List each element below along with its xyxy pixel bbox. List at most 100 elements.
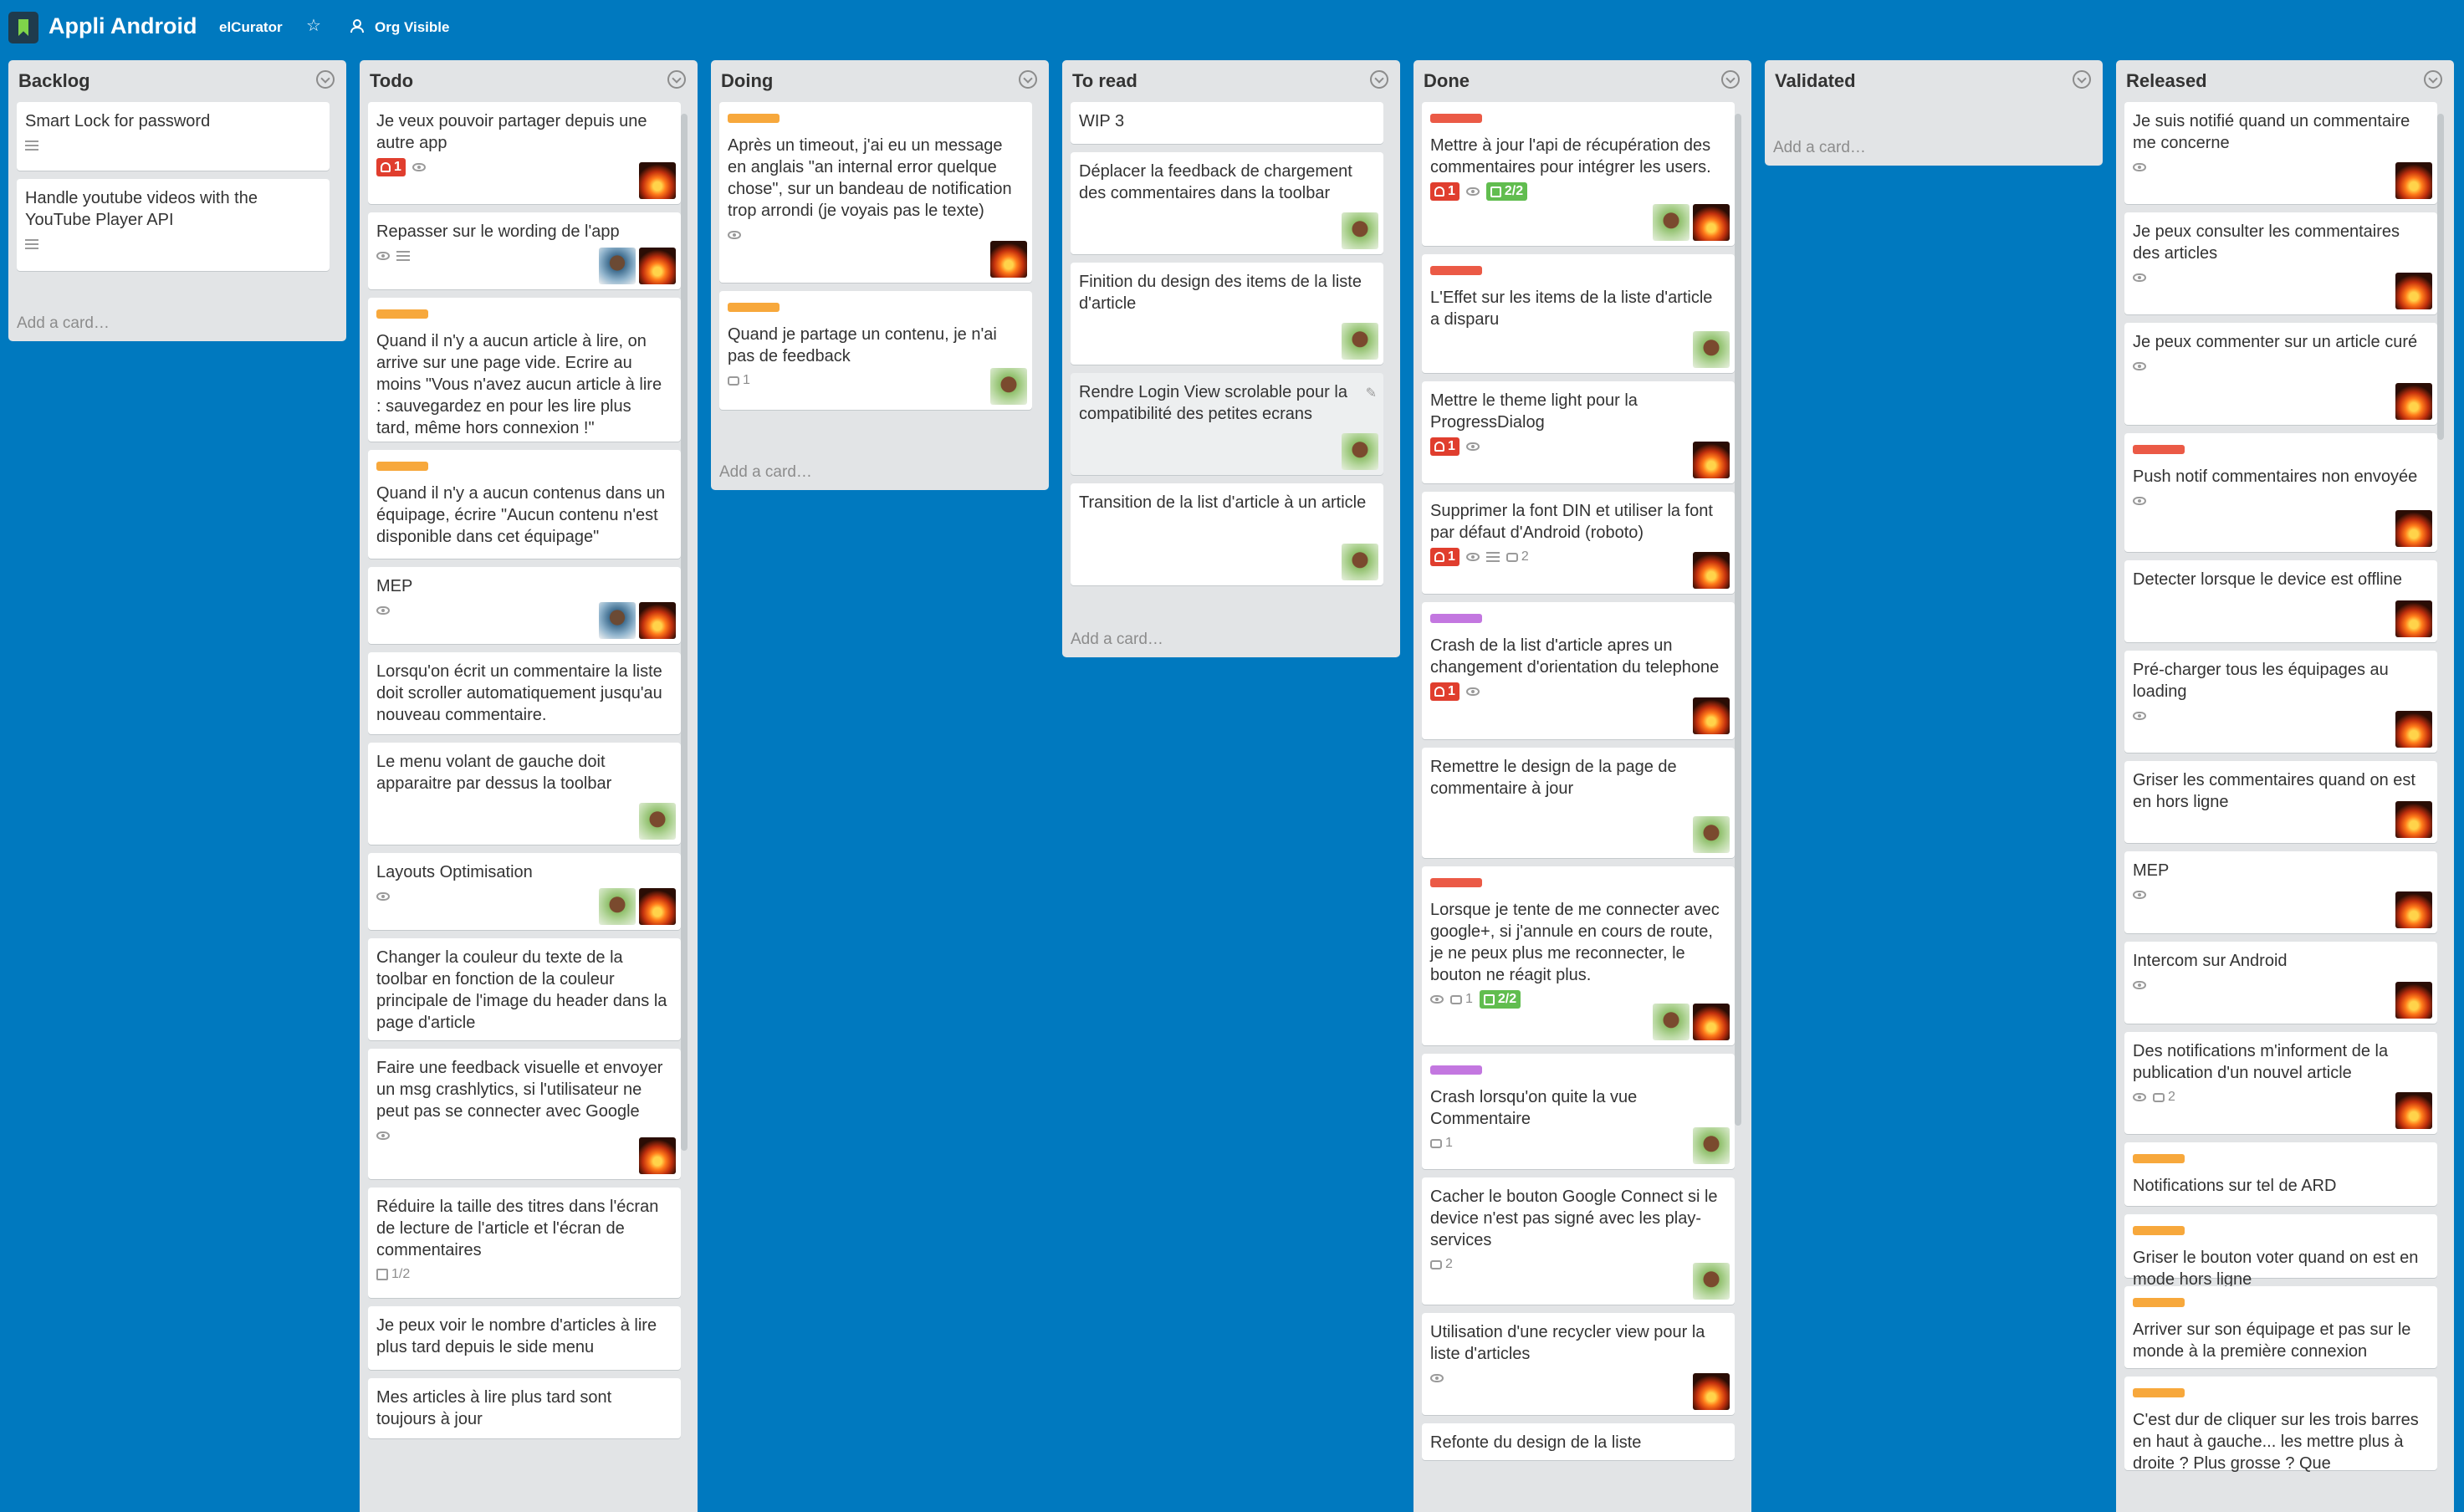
card[interactable]: C'est dur de cliquer sur les trois barre… bbox=[2124, 1377, 2437, 1473]
card[interactable]: Finition du design des items de la liste… bbox=[1071, 263, 1383, 365]
member-avatar[interactable] bbox=[1342, 323, 1378, 360]
list-scrollbar[interactable] bbox=[1735, 114, 1741, 1126]
card[interactable]: Push notif commentaires non envoyée bbox=[2124, 433, 2437, 552]
card[interactable]: Déplacer la feedback de chargement des c… bbox=[1071, 152, 1383, 254]
card[interactable]: Layouts Optimisation bbox=[368, 853, 681, 930]
member-avatar[interactable] bbox=[2395, 801, 2432, 838]
list-title[interactable]: Done bbox=[1413, 60, 1751, 102]
list-menu-icon[interactable] bbox=[667, 70, 686, 89]
member-avatar[interactable] bbox=[2395, 711, 2432, 748]
member-avatar[interactable] bbox=[1653, 204, 1690, 241]
member-avatar[interactable] bbox=[599, 602, 636, 639]
list-title[interactable]: Doing bbox=[711, 60, 1049, 102]
list-menu-icon[interactable] bbox=[2424, 70, 2442, 89]
member-avatar[interactable] bbox=[1693, 552, 1730, 589]
member-avatar[interactable] bbox=[2395, 1092, 2432, 1129]
list-scrollbar[interactable] bbox=[681, 114, 688, 1151]
member-avatar[interactable] bbox=[2395, 162, 2432, 199]
member-avatar[interactable] bbox=[2395, 510, 2432, 547]
member-avatar[interactable] bbox=[2395, 383, 2432, 420]
pencil-icon[interactable]: ✎ bbox=[1366, 385, 1377, 401]
card[interactable]: Refonte du design de la liste bbox=[1422, 1423, 1735, 1460]
member-avatar[interactable] bbox=[1693, 204, 1730, 241]
card[interactable]: L'Effet sur les items de la liste d'arti… bbox=[1422, 254, 1735, 373]
card[interactable]: Intercom sur Android bbox=[2124, 942, 2437, 1024]
card[interactable]: Je veux pouvoir partager depuis une autr… bbox=[368, 102, 681, 204]
member-avatar[interactable] bbox=[1693, 442, 1730, 478]
member-avatar[interactable] bbox=[599, 248, 636, 284]
list-menu-icon[interactable] bbox=[1019, 70, 1037, 89]
card[interactable]: Crash lorsqu'on quite la vue Commentaire… bbox=[1422, 1054, 1735, 1169]
member-avatar[interactable] bbox=[2395, 600, 2432, 637]
card[interactable]: Supprimer la font DIN et utiliser la fon… bbox=[1422, 492, 1735, 594]
member-avatar[interactable] bbox=[1693, 697, 1730, 734]
card[interactable]: Handle youtube videos with the YouTube P… bbox=[17, 179, 330, 271]
card[interactable]: Lorsque je tente de me connecter avec go… bbox=[1422, 866, 1735, 1045]
member-avatar[interactable] bbox=[1653, 1004, 1690, 1040]
card[interactable]: Arriver sur son équipage et pas sur le m… bbox=[2124, 1286, 2437, 1368]
card[interactable]: Quand il n'y a aucun article à lire, on … bbox=[368, 298, 681, 442]
list-menu-icon[interactable] bbox=[316, 70, 335, 89]
member-avatar[interactable] bbox=[990, 241, 1027, 278]
card[interactable]: Griser les commentaires quand on est en … bbox=[2124, 761, 2437, 843]
add-card-button[interactable]: Add a card… bbox=[8, 304, 346, 341]
card[interactable]: Remettre le design de la page de comment… bbox=[1422, 748, 1735, 858]
member-avatar[interactable] bbox=[639, 888, 676, 925]
card[interactable]: Je suis notifié quand un commentaire me … bbox=[2124, 102, 2437, 204]
card[interactable]: Notifications sur tel de ARD bbox=[2124, 1142, 2437, 1206]
member-avatar[interactable] bbox=[2395, 273, 2432, 309]
card[interactable]: Quand il n'y a aucun contenus dans un éq… bbox=[368, 450, 681, 559]
card[interactable]: Quand je partage un contenu, je n'ai pas… bbox=[719, 291, 1032, 410]
list-title[interactable]: Validated bbox=[1765, 60, 2103, 102]
member-avatar[interactable] bbox=[639, 602, 676, 639]
list-menu-icon[interactable] bbox=[2073, 70, 2091, 89]
card[interactable]: MEP bbox=[368, 567, 681, 644]
list-menu-icon[interactable] bbox=[1721, 70, 1740, 89]
card[interactable]: Je peux consulter les commentaires des a… bbox=[2124, 212, 2437, 314]
card[interactable]: Detecter lorsque le device est offline bbox=[2124, 560, 2437, 642]
member-avatar[interactable] bbox=[990, 368, 1027, 405]
card[interactable]: Cacher le bouton Google Connect si le de… bbox=[1422, 1177, 1735, 1305]
card[interactable]: Pré-charger tous les équipages au loadin… bbox=[2124, 651, 2437, 753]
card[interactable]: Repasser sur le wording de l'app bbox=[368, 212, 681, 289]
card[interactable]: Transition de la list d'article à un art… bbox=[1071, 483, 1383, 585]
member-avatar[interactable] bbox=[1693, 1373, 1730, 1410]
card[interactable]: WIP 3 bbox=[1071, 102, 1383, 144]
add-card-button[interactable]: Add a card… bbox=[1765, 129, 2103, 166]
card[interactable]: Rendre Login View scrolable pour la comp… bbox=[1071, 373, 1383, 475]
member-avatar[interactable] bbox=[2395, 891, 2432, 928]
list-title[interactable]: To read bbox=[1062, 60, 1400, 102]
list-menu-icon[interactable] bbox=[1370, 70, 1388, 89]
card[interactable]: MEP bbox=[2124, 851, 2437, 933]
member-avatar[interactable] bbox=[1342, 212, 1378, 249]
member-avatar[interactable] bbox=[2395, 982, 2432, 1019]
member-avatar[interactable] bbox=[1693, 816, 1730, 853]
card[interactable]: Lorsqu'on écrit un commentaire la liste … bbox=[368, 652, 681, 734]
team-link[interactable]: elCurator bbox=[219, 19, 283, 36]
card[interactable]: Griser le bouton voter quand on est en m… bbox=[2124, 1214, 2437, 1289]
member-avatar[interactable] bbox=[1342, 433, 1378, 470]
list-title[interactable]: Released bbox=[2116, 60, 2454, 102]
member-avatar[interactable] bbox=[1693, 1004, 1730, 1040]
member-avatar[interactable] bbox=[599, 888, 636, 925]
card[interactable]: Faire une feedback visuelle et envoyer u… bbox=[368, 1049, 681, 1179]
card[interactable]: Mettre à jour l'api de récupération des … bbox=[1422, 102, 1735, 246]
member-avatar[interactable] bbox=[1693, 1263, 1730, 1300]
card[interactable]: Changer la couleur du texte de la toolba… bbox=[368, 938, 681, 1040]
member-avatar[interactable] bbox=[1342, 544, 1378, 580]
card[interactable]: Réduire la taille des titres dans l'écra… bbox=[368, 1188, 681, 1298]
add-card-button[interactable]: Add a card… bbox=[711, 453, 1049, 490]
board-logo-icon[interactable] bbox=[8, 12, 38, 43]
card[interactable]: Utilisation d'une recycler view pour la … bbox=[1422, 1313, 1735, 1415]
board-title[interactable]: Appli Android bbox=[49, 13, 197, 39]
card[interactable]: Smart Lock for password bbox=[17, 102, 330, 171]
member-avatar[interactable] bbox=[639, 803, 676, 840]
card[interactable]: Je peux commenter sur un article curé bbox=[2124, 323, 2437, 425]
card[interactable]: Crash de la list d'article apres un chan… bbox=[1422, 602, 1735, 739]
list-title[interactable]: Todo bbox=[360, 60, 698, 102]
member-avatar[interactable] bbox=[1693, 331, 1730, 368]
card[interactable]: Mettre le theme light pour la ProgressDi… bbox=[1422, 381, 1735, 483]
list-title[interactable]: Backlog bbox=[8, 60, 346, 102]
visibility-button[interactable]: Org Visible bbox=[375, 19, 449, 36]
card[interactable]: Mes articles à lire plus tard sont toujo… bbox=[368, 1378, 681, 1438]
